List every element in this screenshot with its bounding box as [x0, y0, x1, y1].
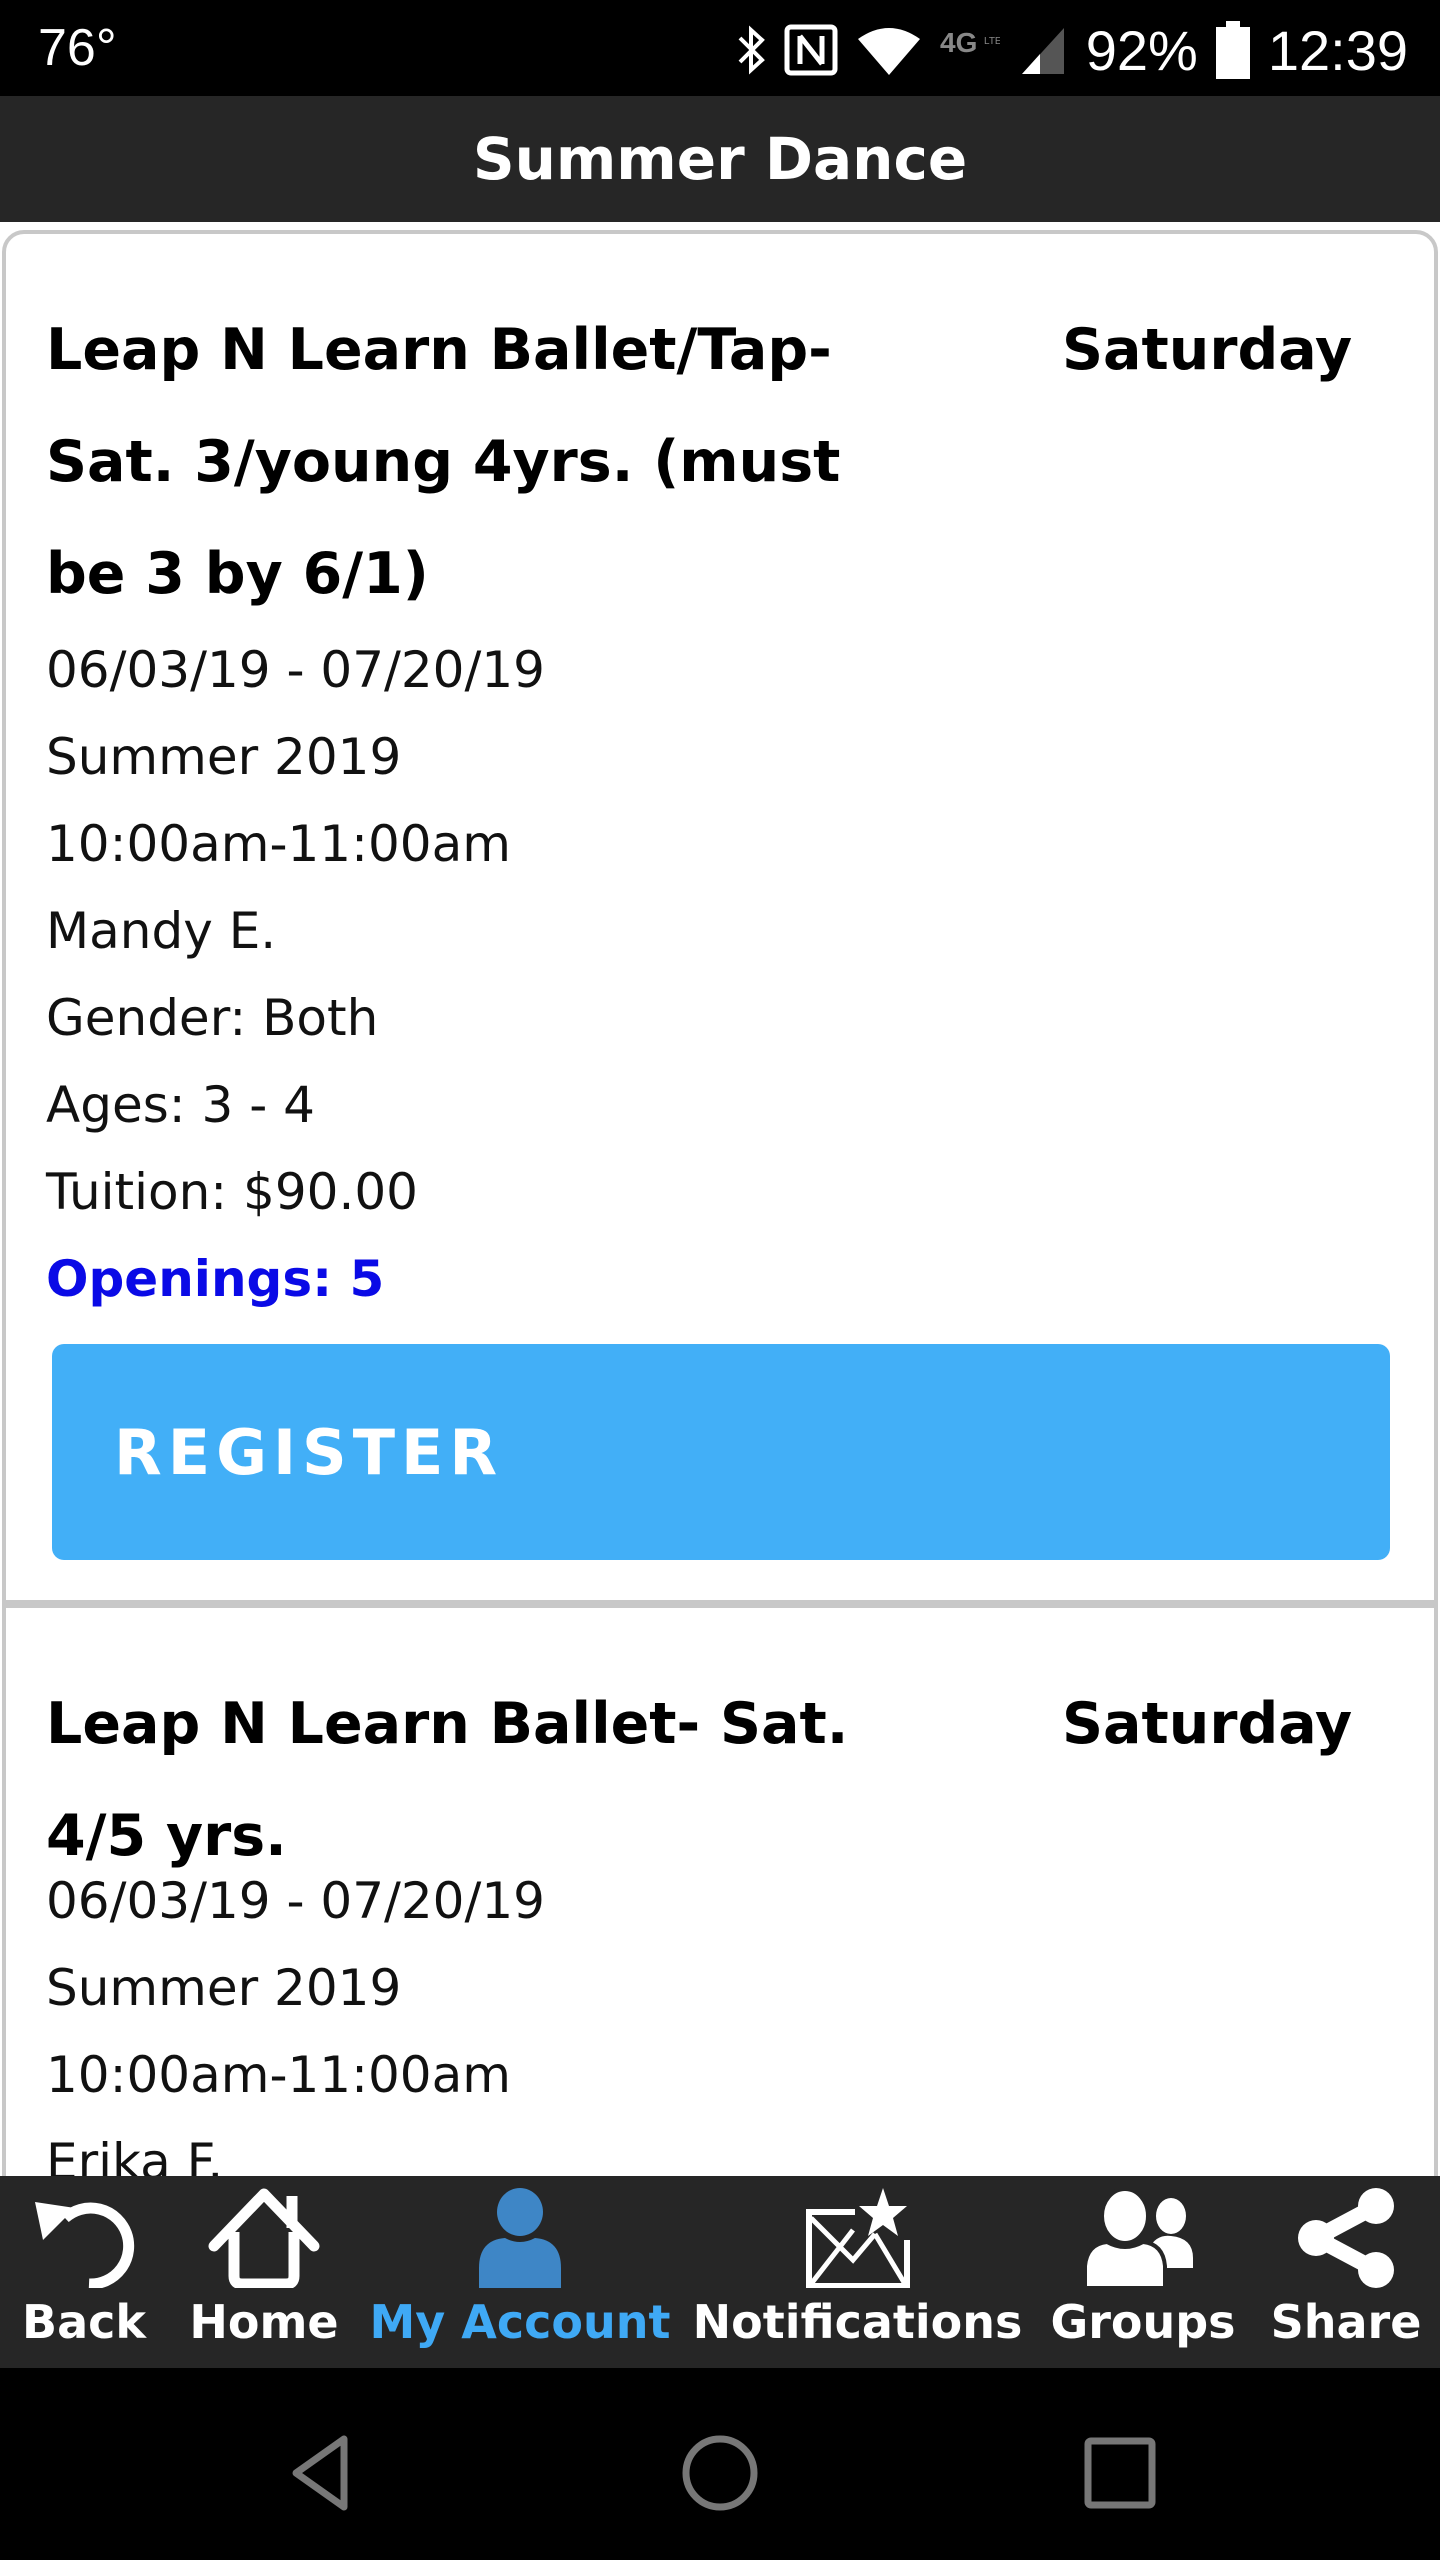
svg-text:LTE: LTE	[984, 36, 1000, 47]
share-icon	[1298, 2188, 1394, 2288]
class-details: 06/03/19 - 07/20/19 Summer 2019 10:00am-…	[46, 1858, 545, 2176]
bottom-nav: Back Home My Account Notifications Group…	[0, 2176, 1440, 2368]
android-recents-button[interactable]	[1075, 2428, 1165, 2518]
class-card: Leap N Learn Ballet/Tap-Sat. 3/young 4yr…	[2, 230, 1438, 1604]
nfc-icon	[784, 24, 838, 76]
nav-label: Back	[22, 2295, 146, 2349]
square-recents-icon	[1084, 2437, 1156, 2509]
page-title: Summer Dance	[472, 125, 968, 193]
class-title: Leap N Learn Ballet/Tap-Sat. 3/young 4yr…	[46, 317, 841, 607]
battery-percent: 92%	[1085, 18, 1198, 82]
nav-my-account[interactable]: My Account	[370, 2176, 671, 2368]
cell-signal-icon	[1021, 28, 1064, 74]
class-instructor: Mandy E.	[46, 902, 277, 960]
class-session: Summer 2019	[46, 1959, 402, 2017]
bluetooth-icon	[738, 25, 765, 75]
nav-label: Share	[1270, 2295, 1422, 2349]
4g-lte-icon: 4G LTE	[940, 27, 1000, 58]
temperature: 76°	[38, 19, 117, 77]
groups-icon	[1083, 2188, 1193, 2288]
class-dates: 06/03/19 - 07/20/19	[46, 641, 545, 699]
nav-back[interactable]: Back	[22, 2176, 146, 2368]
class-session: Summer 2019	[46, 728, 402, 786]
android-nav-bar	[0, 2368, 1440, 2560]
class-day: Saturday	[1062, 317, 1353, 383]
triangle-back-icon	[292, 2435, 348, 2511]
class-tuition: Tuition: $90.00	[46, 1163, 418, 1221]
home-icon	[208, 2188, 320, 2288]
mail-star-icon	[805, 2188, 910, 2288]
clock: 12:39	[1267, 18, 1408, 82]
svg-text:4G: 4G	[940, 27, 977, 58]
nav-label: Home	[189, 2295, 339, 2349]
nav-groups[interactable]: Groups	[1050, 2176, 1236, 2368]
class-ages: Ages: 3 - 4	[46, 1076, 315, 1134]
battery-icon	[1215, 21, 1250, 79]
status-bar: 76° 4G LTE 92% 12:39	[0, 0, 1440, 96]
nav-notifications[interactable]: Notifications	[693, 2176, 1022, 2368]
title-bar: Summer Dance	[0, 96, 1440, 222]
class-time: 10:00am-11:00am	[46, 815, 511, 873]
user-icon	[479, 2188, 561, 2288]
class-time: 10:00am-11:00am	[46, 2046, 511, 2104]
register-button[interactable]: REGISTER	[52, 1344, 1390, 1560]
class-day: Saturday	[1062, 1691, 1353, 1757]
class-card: Leap N Learn Ballet- Sat. 4/5 yrs. Satur…	[2, 1604, 1438, 2176]
wifi-icon	[857, 28, 920, 75]
android-home-button[interactable]	[675, 2428, 765, 2518]
nav-label: Groups	[1050, 2295, 1236, 2349]
android-back-button[interactable]	[276, 2428, 366, 2518]
nav-home[interactable]: Home	[189, 2176, 339, 2368]
class-details: 06/03/19 - 07/20/19 Summer 2019 10:00am-…	[46, 627, 545, 1323]
nav-label: My Account	[369, 2295, 671, 2349]
back-arrow-icon	[35, 2202, 135, 2288]
class-gender: Gender: Both	[46, 989, 379, 1047]
nav-label: Notifications	[692, 2295, 1023, 2349]
circle-home-icon	[682, 2435, 758, 2511]
class-list[interactable]: Leap N Learn Ballet/Tap-Sat. 3/young 4yr…	[0, 222, 1440, 2176]
class-dates: 06/03/19 - 07/20/19	[46, 1872, 545, 1930]
class-openings: Openings: 5	[46, 1250, 385, 1308]
class-instructor: Erika F.	[46, 2133, 224, 2176]
nav-share[interactable]: Share	[1271, 2176, 1421, 2368]
